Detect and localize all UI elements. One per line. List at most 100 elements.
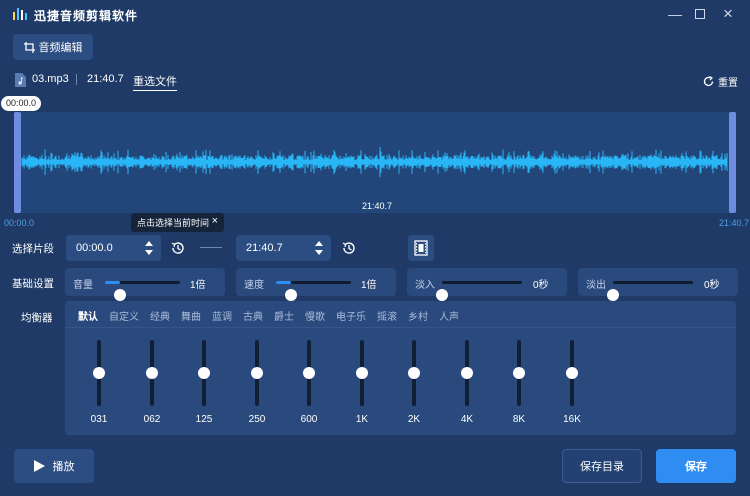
app-title: 迅捷音频剪辑软件 xyxy=(34,9,139,23)
fade-out-control: 淡出 0秒 xyxy=(578,268,738,301)
eq-band-label: 16K xyxy=(563,414,581,425)
minimize-button[interactable]: — xyxy=(663,4,687,24)
segment-button[interactable] xyxy=(408,235,434,261)
fade-out-label: 淡出 xyxy=(586,280,606,291)
eq-band-thumb[interactable] xyxy=(93,367,105,379)
eq-band-thumb[interactable] xyxy=(356,367,368,379)
eq-band-thumb[interactable] xyxy=(251,367,263,379)
eq-band-label: 031 xyxy=(90,414,108,425)
play-label: 播放 xyxy=(52,461,75,473)
eq-band-thumb[interactable] xyxy=(198,367,210,379)
eq-band-label: 8K xyxy=(512,414,526,425)
start-time-bubble: 00:00.0 xyxy=(1,96,41,111)
eq-band-label: 1K xyxy=(355,414,369,425)
fade-out-value: 0秒 xyxy=(704,280,720,291)
eq-tab-dance[interactable]: 舞曲 xyxy=(181,308,201,323)
file-duration: 21:40.7 xyxy=(87,73,124,85)
eq-band-label: 125 xyxy=(195,414,213,425)
spinner-arrows-icon[interactable] xyxy=(315,240,323,256)
fade-out-slider[interactable] xyxy=(607,281,693,301)
volume-label: 音量 xyxy=(73,280,93,291)
speed-slider[interactable] xyxy=(276,281,351,301)
eq-tab-slow[interactable]: 慢歌 xyxy=(305,308,325,323)
eq-tab-blues[interactable]: 蓝调 xyxy=(212,308,232,323)
eq-band-label: 2K xyxy=(407,414,421,425)
eq-band-label: 600 xyxy=(300,414,318,425)
history-icon[interactable] xyxy=(341,240,357,256)
eq-tab-country[interactable]: 乡村 xyxy=(408,308,428,323)
range-separator xyxy=(200,247,222,248)
equalizer-tabs: 默认 自定义 经典 舞曲 蓝调 古典 爵士 慢歌 电子乐 摇滚 乡村 人声 xyxy=(78,308,459,323)
crop-icon xyxy=(23,41,35,53)
close-window-button[interactable]: × xyxy=(716,4,740,24)
eq-band-thumb[interactable] xyxy=(146,367,158,379)
play-button[interactable]: 播放 xyxy=(14,449,94,483)
eq-tab-default[interactable]: 默认 xyxy=(78,308,98,323)
waveform-center-time: 21:40.7 xyxy=(362,201,393,211)
selection-start-handle[interactable] xyxy=(14,112,21,213)
start-time-input[interactable]: 00:00.0 xyxy=(66,235,161,261)
fade-out-slider-thumb[interactable] xyxy=(607,289,619,301)
eq-band-thumb[interactable] xyxy=(303,367,315,379)
eq-tab-jazz[interactable]: 爵士 xyxy=(274,308,294,323)
eq-band-thumb[interactable] xyxy=(513,367,525,379)
eq-tab-classic[interactable]: 经典 xyxy=(150,308,170,323)
end-time-value: 21:40.7 xyxy=(246,242,283,254)
speed-slider-fill xyxy=(276,281,291,284)
fade-in-slider-thumb[interactable] xyxy=(436,289,448,301)
eq-tab-electronic[interactable]: 电子乐 xyxy=(336,308,366,323)
eq-band-thumb[interactable] xyxy=(461,367,473,379)
volume-slider-fill xyxy=(105,281,120,284)
play-icon xyxy=(33,460,45,472)
eq-tab-vocal[interactable]: 人声 xyxy=(439,308,459,323)
reset-label: 重置 xyxy=(718,78,738,89)
waveform xyxy=(21,146,728,178)
tooltip-text: 点击选择当前时间 xyxy=(137,218,210,228)
fade-in-control: 淡入 0秒 xyxy=(407,268,567,301)
volume-value: 1倍 xyxy=(190,280,206,291)
waveform-signal xyxy=(21,146,728,178)
eq-band-label: 062 xyxy=(143,414,161,425)
save-button[interactable]: 保存 xyxy=(656,449,736,483)
waveform-start-label: 00:00.0 xyxy=(4,218,35,228)
eq-tab-classical[interactable]: 古典 xyxy=(243,308,263,323)
reselect-file-link[interactable]: 重选文件 xyxy=(133,73,177,91)
eq-tab-custom[interactable]: 自定义 xyxy=(109,308,139,323)
file-separator xyxy=(76,74,77,85)
refresh-icon xyxy=(703,76,714,87)
file-name: 03.mp3 xyxy=(32,73,69,85)
fade-in-label: 淡入 xyxy=(415,280,435,291)
equalizer-label: 均衡器 xyxy=(21,312,53,324)
audio-edit-label: 音频编辑 xyxy=(38,42,83,54)
volume-control: 音量 1倍 xyxy=(65,268,225,301)
maximize-button[interactable] xyxy=(688,4,712,24)
audio-file-icon xyxy=(15,73,26,87)
tooltip-close-icon[interactable]: × xyxy=(212,215,218,227)
close-icon: × xyxy=(723,4,733,23)
speed-value: 1倍 xyxy=(361,280,377,291)
current-time-tooltip: 点击选择当前时间 × xyxy=(131,213,224,232)
reset-button[interactable]: 重置 xyxy=(703,74,738,89)
eq-band-label: 250 xyxy=(248,414,266,425)
speed-control: 速度 1倍 xyxy=(236,268,396,301)
fade-in-slider[interactable] xyxy=(436,281,522,301)
equalizer-divider xyxy=(65,327,736,328)
selection-label: 选择片段 xyxy=(12,243,54,255)
volume-slider[interactable] xyxy=(105,281,180,301)
basic-settings-label: 基础设置 xyxy=(12,278,54,290)
save-directory-button[interactable]: 保存目录 xyxy=(562,449,642,483)
eq-band-thumb[interactable] xyxy=(408,367,420,379)
minimize-icon: — xyxy=(668,6,682,22)
speed-slider-thumb[interactable] xyxy=(285,289,297,301)
volume-slider-thumb[interactable] xyxy=(114,289,126,301)
audio-edit-button[interactable]: 音频编辑 xyxy=(13,34,93,60)
eq-band-thumb[interactable] xyxy=(566,367,578,379)
maximize-icon xyxy=(695,9,705,19)
selection-end-handle[interactable] xyxy=(729,112,736,213)
speed-label: 速度 xyxy=(244,280,264,291)
end-time-input[interactable]: 21:40.7 xyxy=(236,235,331,261)
spinner-arrows-icon[interactable] xyxy=(145,240,153,256)
history-icon[interactable] xyxy=(170,240,186,256)
fade-in-value: 0秒 xyxy=(533,280,549,291)
eq-tab-rock[interactable]: 摇滚 xyxy=(377,308,397,323)
